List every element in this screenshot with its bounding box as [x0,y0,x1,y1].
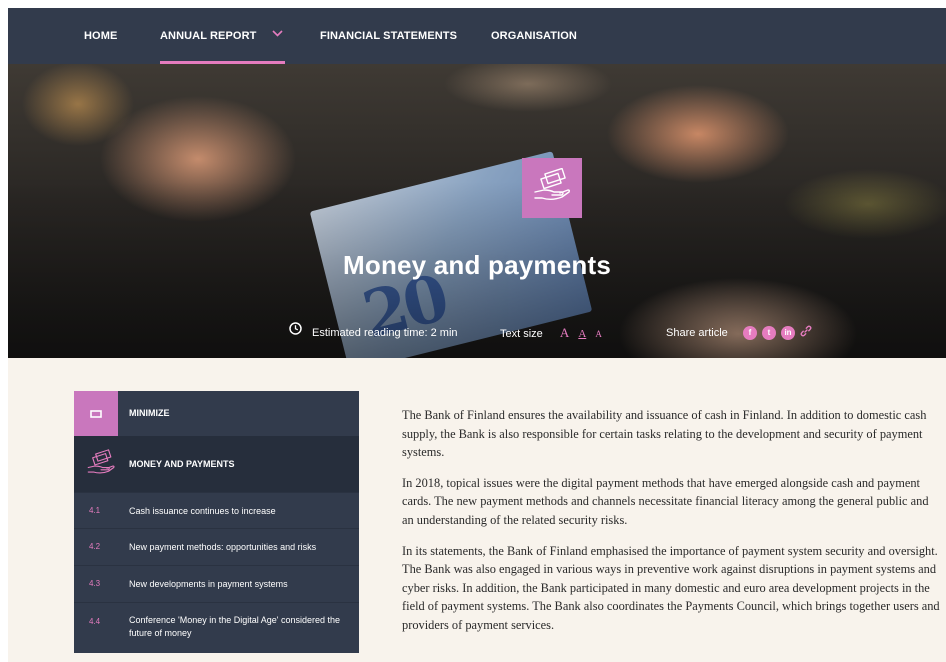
sidebar-item-label: Conference 'Money in the Digital Age' co… [129,615,341,638]
nav-annual-report-label: ANNUAL REPORT [160,30,257,42]
article-paragraph: In its statements, the Bank of Finland e… [402,543,940,632]
text-size-label: Text size [500,328,543,340]
sidebar-item-label: New payment methods: opportunities and r… [129,542,317,552]
hand-with-money-icon [86,448,116,483]
twitter-icon[interactable]: t [762,326,776,340]
clock-icon [289,322,302,342]
link-icon[interactable] [800,324,812,342]
sidebar-section-title: MONEY AND PAYMENTS [129,459,235,469]
minimize-box [74,391,118,436]
sidebar-item-4-2[interactable]: 4.2 New payment methods: opportunities a… [74,528,359,565]
article-body: The Bank of Finland ensures the availabi… [402,406,942,647]
sidebar-item-label: New developments in payment systems [129,579,288,589]
sidebar-item-number: 4.3 [89,579,101,588]
hero-overlay [8,64,946,358]
minimize-label: MINIMIZE [129,408,170,418]
article-paragraph: The Bank of Finland ensures the availabi… [402,408,927,460]
sidebar-item-4-4[interactable]: 4.4 Conference 'Money in the Digital Age… [74,602,359,653]
hero-badge [522,158,582,218]
hero-banner: 20 Money and payments Estimated reading [8,64,946,358]
text-size-large-button[interactable]: A [560,323,569,343]
sidebar-item-number: 4.1 [89,506,101,515]
nav-financial-statements[interactable]: FINANCIAL STATEMENTS [320,8,457,64]
facebook-icon[interactable]: f [743,326,757,340]
sidebar-section-money-and-payments[interactable]: MONEY AND PAYMENTS [74,436,359,492]
reading-time-label: Estimated reading time: 2 min [312,327,458,339]
reading-time: Estimated reading time: 2 min [289,322,458,343]
sidebar-item-number: 4.2 [89,542,101,551]
article-paragraph: In 2018, topical issues were the digital… [402,475,929,527]
page: HOME ANNUAL REPORT FINANCIAL STATEMENTS … [8,8,946,662]
nav-home[interactable]: HOME [84,8,117,64]
nav-annual-report[interactable]: ANNUAL REPORT [160,8,285,64]
linkedin-icon[interactable]: in [781,326,795,340]
nav-home-label: HOME [84,30,118,42]
top-navigation: HOME ANNUAL REPORT FINANCIAL STATEMENTS … [8,8,946,64]
text-size-medium-button[interactable]: A [578,324,586,344]
minimize-icon [90,405,102,423]
nav-organisation-label: ORGANISATION [491,30,577,42]
nav-organisation[interactable]: ORGANISATION [491,8,577,64]
sidebar-item-4-3[interactable]: 4.3 New developments in payment systems [74,565,359,602]
minimize-button[interactable]: MINIMIZE [74,391,359,436]
sidebar-item-label: Cash issuance continues to increase [129,506,276,516]
chapter-sidebar: MINIMIZE MONEY AND PAYMENTS 4.1 Cash iss… [74,391,359,653]
nav-financial-statements-label: FINANCIAL STATEMENTS [320,30,458,42]
text-size-control: Text size A A A [500,323,602,343]
share-article-label: Share article [666,327,728,339]
chevron-down-icon[interactable] [272,8,283,62]
text-size-small-button[interactable]: A [595,324,602,344]
sidebar-item-4-1[interactable]: 4.1 Cash issuance continues to increase [74,492,359,528]
page-title: Money and payments [343,250,611,280]
share-icons: f t in [743,324,812,342]
sidebar-item-number: 4.4 [89,617,101,626]
hand-with-money-icon [532,167,572,209]
